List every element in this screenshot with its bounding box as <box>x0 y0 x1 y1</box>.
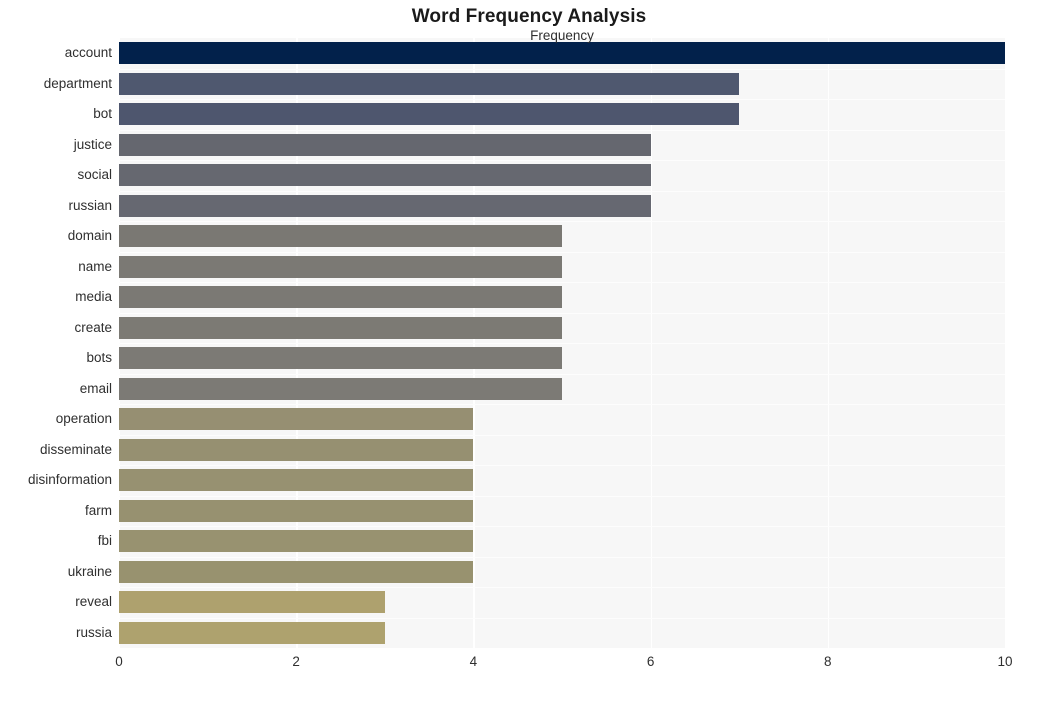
bar-row <box>119 621 1005 644</box>
y-tick-label-russia: russia <box>75 624 112 640</box>
x-tick-label-4: 4 <box>469 654 478 669</box>
y-gridline <box>119 312 1005 314</box>
y-gridline <box>119 465 1005 466</box>
y-tick-label-fbi: fbi <box>97 533 112 549</box>
bar-farm[interactable] <box>119 499 474 522</box>
y-axis: account department bot justice social russian… <box>0 38 112 648</box>
bar-russian[interactable] <box>119 194 651 217</box>
bar-row <box>119 72 1005 95</box>
y-gridline <box>119 495 1005 497</box>
bar-row <box>119 591 1005 614</box>
bar-row <box>119 499 1005 522</box>
y-tick-label-reveal: reveal <box>75 594 112 610</box>
x-axis-title: Frequency <box>530 28 594 43</box>
y-tick-label-justice: justice <box>73 136 112 152</box>
y-tick-label-ukraine: ukraine <box>67 563 112 579</box>
bar-row <box>119 469 1005 492</box>
y-tick-label-bots: bots <box>86 350 112 366</box>
bar-row <box>119 347 1005 370</box>
bar-bot[interactable] <box>119 103 740 126</box>
y-tick-label-bot: bot <box>93 106 112 122</box>
y-tick-label-name: name <box>78 258 112 274</box>
bar-row <box>119 377 1005 400</box>
x-gridline <box>1005 38 1007 648</box>
x-tick-label-6: 6 <box>646 654 655 669</box>
y-tick-label-operation: operation <box>55 411 112 427</box>
y-gridline <box>119 617 1005 619</box>
bar-ukraine[interactable] <box>119 560 474 583</box>
bar-row <box>119 194 1005 217</box>
y-tick-label-disseminate: disseminate <box>39 441 112 457</box>
bar-operation[interactable] <box>119 408 474 431</box>
chart-title: Word Frequency Analysis <box>411 6 647 27</box>
y-gridline <box>119 99 1005 100</box>
bar-row <box>119 42 1005 65</box>
bar-justice[interactable] <box>119 133 651 156</box>
y-gridline <box>119 68 1005 70</box>
bar-email[interactable] <box>119 377 562 400</box>
y-gridline <box>119 190 1005 192</box>
plot-area <box>119 38 1007 648</box>
y-tick-label-create: create <box>74 319 112 335</box>
bar-row <box>119 530 1005 553</box>
bar-create[interactable] <box>119 316 562 339</box>
bar-department[interactable] <box>119 72 740 95</box>
bar-row <box>119 438 1005 461</box>
bar-row <box>119 255 1005 278</box>
bar-row <box>119 103 1005 126</box>
y-gridline <box>119 373 1005 375</box>
x-tick-label-0: 0 <box>115 654 123 669</box>
bar-row <box>119 225 1005 248</box>
y-gridline <box>119 434 1005 436</box>
bar-name[interactable] <box>119 255 562 278</box>
y-tick-label-department: department <box>43 75 112 91</box>
x-axis: 0 2 4 6 8 10 <box>0 648 1058 701</box>
bar-row <box>119 164 1005 187</box>
y-tick-label-email: email <box>79 380 112 396</box>
bar-row <box>119 560 1005 583</box>
bar-russia[interactable] <box>119 621 385 644</box>
chart-figure: Word Frequency Analysis account departmen… <box>0 0 1058 701</box>
y-tick-label-domain: domain <box>67 228 112 244</box>
y-gridline <box>119 526 1005 527</box>
bar-account[interactable] <box>119 42 1005 65</box>
bar-row <box>119 286 1005 309</box>
y-tick-label-disinformation: disinformation <box>27 472 112 488</box>
bar-row <box>119 316 1005 339</box>
bar-row <box>119 133 1005 156</box>
bar-reveal[interactable] <box>119 591 385 614</box>
y-tick-label-russian: russian <box>68 197 112 213</box>
bar-disseminate[interactable] <box>119 438 474 461</box>
y-tick-label-media: media <box>75 289 112 305</box>
x-tick-label-10: 10 <box>997 654 1013 669</box>
y-gridline <box>119 221 1005 222</box>
bar-disinformation[interactable] <box>119 469 474 492</box>
y-gridline <box>119 129 1005 131</box>
y-gridline <box>119 251 1005 253</box>
y-gridline <box>119 160 1005 161</box>
bar-fbi[interactable] <box>119 530 474 553</box>
bar-social[interactable] <box>119 164 651 187</box>
bar-domain[interactable] <box>119 225 562 248</box>
bar-media[interactable] <box>119 286 562 309</box>
y-gridline <box>119 282 1005 283</box>
x-tick-label-8: 8 <box>824 654 832 669</box>
y-tick-label-farm: farm <box>85 502 112 518</box>
y-tick-label-social: social <box>77 167 112 183</box>
y-gridline <box>119 404 1005 405</box>
y-gridline <box>119 343 1005 344</box>
bar-bots[interactable] <box>119 347 562 370</box>
x-tick-label-2: 2 <box>292 654 300 669</box>
y-gridline <box>119 556 1005 558</box>
y-gridline <box>119 587 1005 588</box>
y-tick-label-account: account <box>64 45 112 61</box>
bar-row <box>119 408 1005 431</box>
